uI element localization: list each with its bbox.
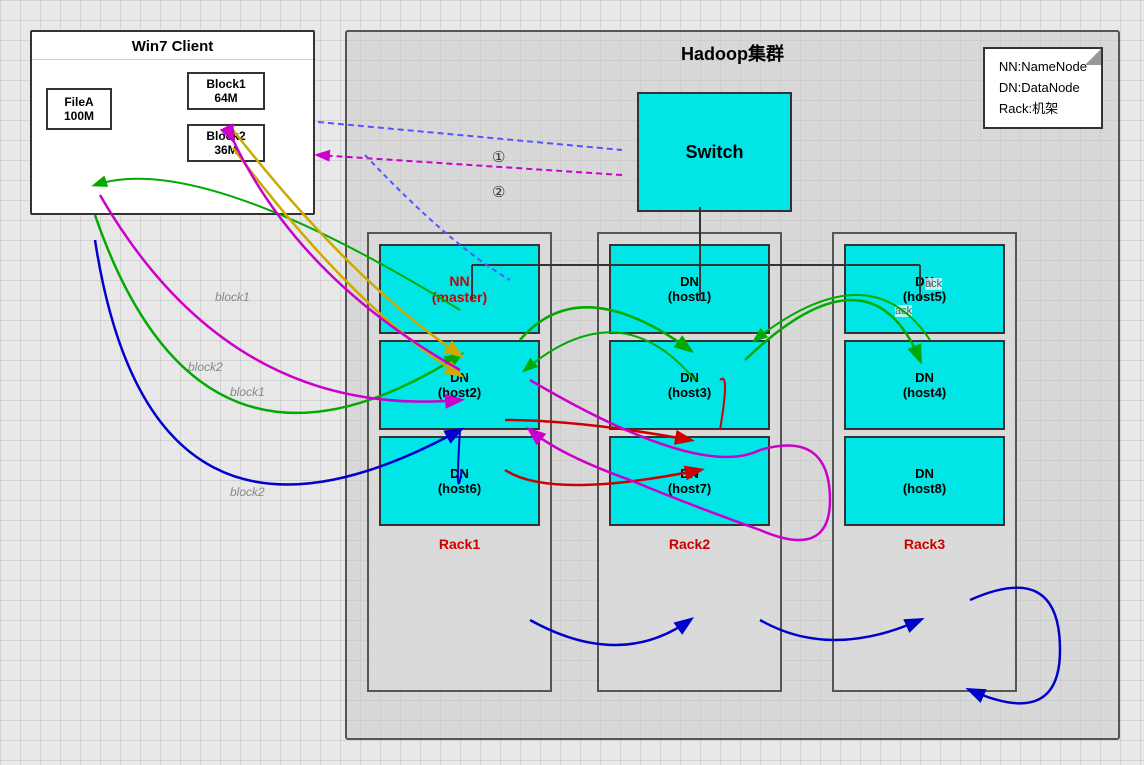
file-box: FileA 100M <box>46 88 112 130</box>
step1-label: ① <box>492 148 505 166</box>
legend-line3: Rack:机架 <box>999 99 1087 120</box>
block1-box: Block1 64M <box>187 72 265 110</box>
rack1-container: NN (master) DN (host2) DN (host6) Rack1 <box>367 232 552 692</box>
host5-line2: (host5) <box>903 289 946 304</box>
rack3-container: DN (host5) DN (host4) DN (host8) Rack3 <box>832 232 1017 692</box>
host7-line1: DN <box>680 466 699 481</box>
host7-node: DN (host7) <box>609 436 770 526</box>
host2-line2: (host2) <box>438 385 481 400</box>
switch-label: Switch <box>685 142 743 163</box>
host4-line2: (host4) <box>903 385 946 400</box>
block2-label-left: block2 <box>188 360 223 374</box>
switch-box: Switch <box>637 92 792 212</box>
host7-line2: (host7) <box>668 481 711 496</box>
host8-node: DN (host8) <box>844 436 1005 526</box>
block1-line1: Block1 <box>206 77 245 91</box>
block1-label-mid: block1 <box>230 385 265 399</box>
host2-node: DN (host2) <box>379 340 540 430</box>
block2-box: Block2 36M <box>187 124 265 162</box>
step2-label: ② <box>492 183 505 201</box>
host6-line1: DN <box>450 466 469 481</box>
block1-line2: 64M <box>214 91 237 105</box>
host3-node: DN (host3) <box>609 340 770 430</box>
host1-line2: (host1) <box>668 289 711 304</box>
ack-label-2: ack <box>895 305 912 317</box>
host8-line2: (host8) <box>903 481 946 496</box>
nn-node: NN (master) <box>379 244 540 334</box>
rack1-label: Rack1 <box>369 532 550 556</box>
legend-fold <box>1085 49 1101 65</box>
rack3-label: Rack3 <box>834 532 1015 556</box>
rack2-container: DN (host1) DN (host3) DN (host7) Rack2 <box>597 232 782 692</box>
host6-node: DN (host6) <box>379 436 540 526</box>
file-line2: 100M <box>64 109 94 123</box>
ack-label-1: ack <box>925 278 942 290</box>
host3-line1: DN <box>680 370 699 385</box>
host1-line1: DN <box>680 274 699 289</box>
win7-inner: FileA 100M Block1 64M Block2 36M <box>32 60 313 206</box>
hadoop-area: Hadoop集群 Switch NN:NameNode DN:DataNode … <box>345 30 1120 740</box>
host8-line1: DN <box>915 466 934 481</box>
file-line1: FileA <box>64 95 93 109</box>
legend-line2: DN:DataNode <box>999 78 1087 99</box>
win7-title: Win7 Client <box>32 32 313 60</box>
host3-line2: (host3) <box>668 385 711 400</box>
win7-client-box: Win7 Client FileA 100M Block1 64M Block2… <box>30 30 315 215</box>
block2-line1: Block2 <box>206 129 245 143</box>
host1-node: DN (host1) <box>609 244 770 334</box>
host4-line1: DN <box>915 370 934 385</box>
host6-line2: (host6) <box>438 481 481 496</box>
legend-box: NN:NameNode DN:DataNode Rack:机架 <box>983 47 1103 129</box>
host4-node: DN (host4) <box>844 340 1005 430</box>
nn-line2: (master) <box>432 289 487 305</box>
rack2-label: Rack2 <box>599 532 780 556</box>
nn-line1: NN <box>449 273 469 289</box>
host2-line1: DN <box>450 370 469 385</box>
block2-line2: 36M <box>214 143 237 157</box>
legend-line1: NN:NameNode <box>999 57 1087 78</box>
block1-label-left: block1 <box>215 290 250 304</box>
block2-label-mid: block2 <box>230 485 265 499</box>
